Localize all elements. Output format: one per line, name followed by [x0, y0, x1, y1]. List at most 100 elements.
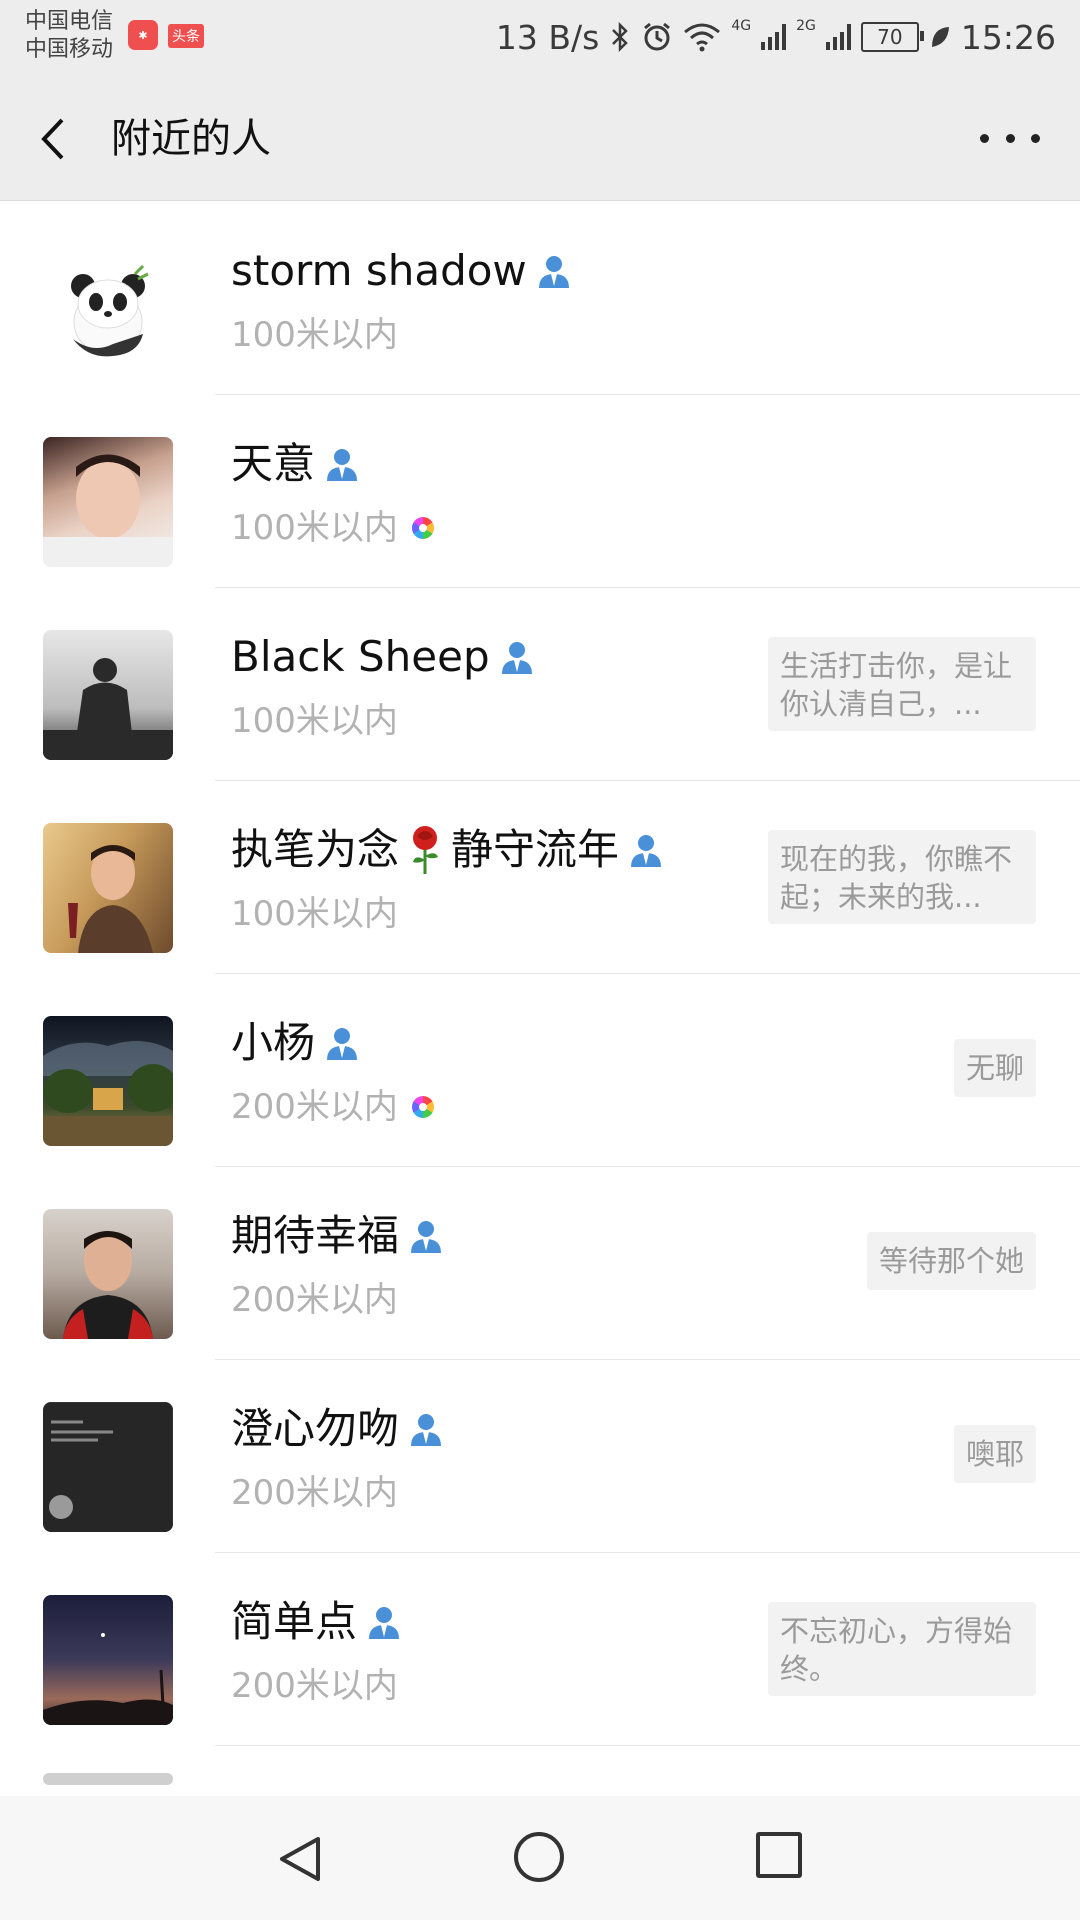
avatar[interactable]: [43, 823, 173, 953]
person-name-part-2: 静守流年: [451, 825, 620, 874]
person-name: 小杨: [231, 1018, 316, 1067]
signature: 生活打击你，是让你认清自己，...: [768, 637, 1036, 731]
avatar[interactable]: [43, 630, 173, 760]
dusk-sky-icon: [43, 1633, 173, 1725]
name-line: 小杨: [231, 1013, 361, 1073]
wifi-icon: [684, 23, 721, 52]
name-line: storm shadow: [231, 241, 573, 301]
signature: 等待那个她: [866, 1232, 1036, 1290]
title-bar: 附近的人: [0, 78, 1080, 201]
alarm-icon: [644, 22, 671, 51]
person-photo-icon: [68, 845, 153, 953]
avatar[interactable]: [43, 244, 173, 374]
network-type-2: 2G: [796, 18, 816, 34]
list-item[interactable]: 小杨 200米以内 无聊: [0, 973, 1080, 1167]
person-icon: [538, 256, 569, 288]
list-item[interactable]: 天意 100米以内: [0, 394, 1080, 588]
dark-poster-icon: [43, 1402, 173, 1532]
name-line: 天意: [231, 434, 361, 494]
carrier-names: 中国电信 中国移动: [25, 8, 113, 64]
list-item[interactable]: 澄心勿吻 200米以内 噢耶: [0, 1359, 1080, 1553]
avatar[interactable]: [43, 1016, 173, 1146]
signature: 现在的我，你瞧不起；未来的我...: [768, 830, 1036, 924]
person-photo-icon: [43, 454, 173, 567]
name-line: 执笔为念 静守流年: [231, 820, 665, 880]
person-icon: [411, 1414, 442, 1446]
avatar[interactable]: [43, 1595, 173, 1725]
name-line: Black Sheep: [231, 627, 536, 687]
avatar[interactable]: [43, 437, 173, 567]
name-line: 澄心勿吻: [231, 1399, 445, 1459]
person-name: 澄心勿吻: [231, 1404, 400, 1453]
list-item-partial[interactable]: [0, 1745, 1080, 1785]
person-name-part-1: 执笔为念: [231, 825, 400, 874]
distance-line: 200米以内: [231, 1471, 398, 1515]
moments-icon: [411, 1096, 434, 1118]
signature: 不忘初心，方得始终。: [768, 1602, 1036, 1696]
nearby-people-list: storm shadow 100米以内 天意 100米以内 Black Shee…: [0, 201, 1080, 1785]
back-arrow-icon[interactable]: [32, 114, 76, 164]
distance-line: 200米以内: [231, 1085, 434, 1129]
person-icon: [327, 1028, 358, 1060]
list-item[interactable]: Black Sheep 100米以内 生活打击你，是让你认清自己，...: [0, 587, 1080, 781]
carrier-2: 中国移动: [25, 37, 114, 62]
person-photo-icon: [63, 1231, 153, 1339]
person-icon: [631, 835, 662, 867]
status-indicators: 13 B/s 4G 2G 70 15:26: [496, 14, 1056, 60]
distance: 100米以内: [231, 894, 398, 934]
toutiao-badge: 头条: [168, 24, 204, 48]
distance: 100米以内: [231, 508, 398, 548]
distance-line: 100米以内: [231, 699, 398, 743]
name-line: 简单点: [231, 1592, 403, 1652]
avatar[interactable]: [43, 1209, 173, 1339]
name-line: 期待幸福: [231, 1206, 445, 1266]
distance: 100米以内: [231, 315, 398, 355]
more-options-icon[interactable]: [980, 126, 1040, 150]
panda-avatar-icon: [71, 264, 149, 357]
person-name: Black Sheep: [231, 632, 490, 681]
network-type-1: 4G: [731, 18, 752, 34]
clock: 15:26: [960, 17, 1056, 57]
person-name: storm shadow: [231, 246, 527, 295]
page-title: 附近的人: [111, 116, 271, 162]
person-icon: [501, 642, 532, 674]
person-name: 天意: [231, 439, 316, 488]
app-notification-icon: ✱: [128, 20, 158, 50]
list-item[interactable]: storm shadow 100米以内: [0, 201, 1080, 395]
distance: 200米以内: [231, 1666, 398, 1706]
distance-line: 100米以内: [231, 506, 434, 550]
signature: 无聊: [953, 1039, 1036, 1097]
carrier-1: 中国电信: [25, 9, 114, 34]
distance-line: 200米以内: [231, 1664, 398, 1708]
list-item[interactable]: 期待幸福 200米以内 等待那个她: [0, 1166, 1080, 1360]
nav-back-icon[interactable]: [276, 1834, 324, 1884]
distance: 200米以内: [231, 1280, 398, 1320]
distance-line: 200米以内: [231, 1278, 398, 1322]
distance-line: 100米以内: [231, 313, 398, 357]
signature: 噢耶: [953, 1425, 1036, 1483]
signal-strength-1-icon: [761, 24, 787, 50]
person-name: 期待幸福: [231, 1211, 400, 1260]
person-icon: [369, 1607, 400, 1639]
nav-recent-apps-icon[interactable]: [756, 1832, 802, 1878]
silhouette-photo-icon: [43, 658, 173, 760]
person-name: 简单点: [231, 1597, 358, 1646]
night-scene-icon: [43, 1041, 173, 1146]
avatar[interactable]: [43, 1773, 173, 1785]
moments-icon: [411, 517, 434, 539]
person-icon: [411, 1221, 442, 1253]
signal-strength-2-icon: [825, 24, 851, 50]
person-icon: [327, 449, 358, 481]
nav-home-icon[interactable]: [514, 1832, 564, 1882]
battery-level: 70: [877, 25, 903, 49]
net-speed: 13 B/s: [495, 17, 600, 57]
battery-icon: 70: [860, 22, 924, 52]
list-item[interactable]: 简单点 200米以内 不忘初心，方得始终。: [0, 1552, 1080, 1746]
avatar[interactable]: [43, 1402, 173, 1532]
distance: 200米以内: [231, 1473, 398, 1513]
list-item[interactable]: 执笔为念 静守流年 100米以内 现在的我，你瞧不起；未来的我...: [0, 780, 1080, 974]
system-navigation-bar: [0, 1796, 1080, 1920]
leaf-icon: [931, 27, 949, 47]
status-bar: 中国电信 中国移动 ✱ 头条 13 B/s 4G 2G 70 15:26: [0, 0, 1080, 78]
rose-emoji-icon: [413, 826, 439, 874]
